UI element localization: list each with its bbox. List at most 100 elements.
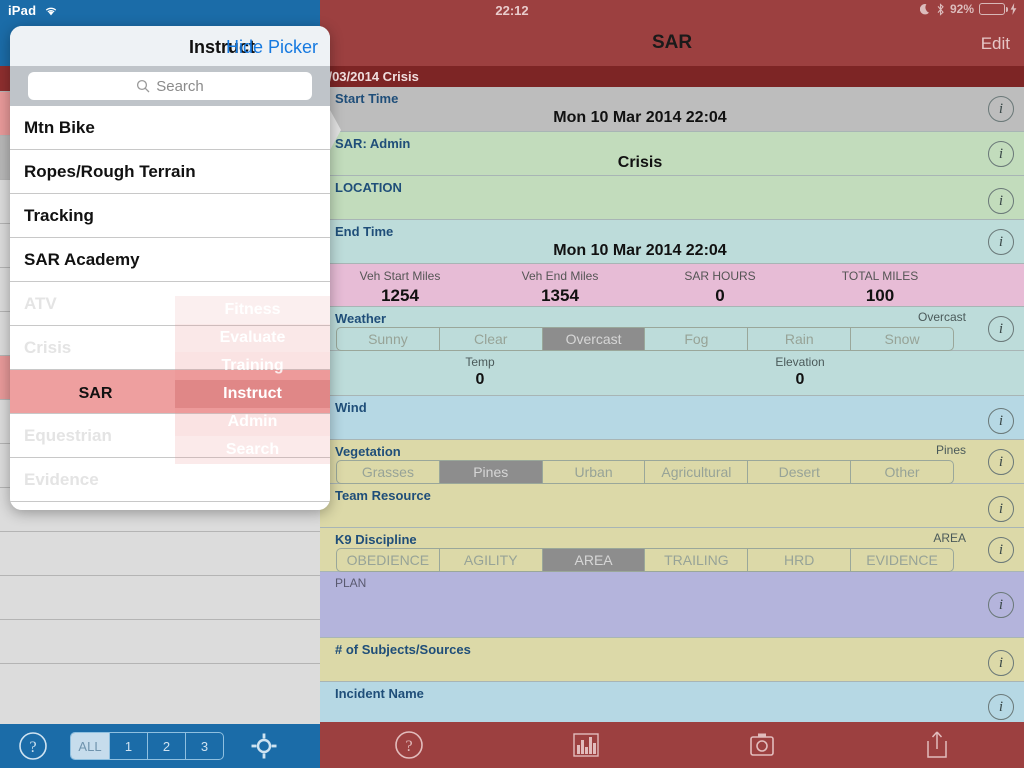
field-row-vegetation[interactable]: Vegetation Pines Grasses Pines Urban Agr… (320, 440, 1024, 484)
weather-option-snow[interactable]: Snow (850, 328, 953, 350)
field-row-temp-elevation[interactable]: Temp 0 Elevation 0 (320, 351, 1024, 396)
edit-button[interactable]: Edit (981, 34, 1010, 54)
field-row-end-time[interactable]: End Time Mon 10 Mar 2014 22:04 i (320, 220, 1024, 264)
info-circle-icon[interactable]: i (988, 592, 1014, 618)
field-row-wind[interactable]: Wind i (320, 396, 1024, 440)
picker-search-bar[interactable]: Search (10, 66, 330, 106)
weather-segmented-control[interactable]: Sunny Clear Overcast Fog Rain Snow (336, 327, 954, 351)
weather-option-fog[interactable]: Fog (644, 328, 747, 350)
picker-bg-list-item[interactable]: Tracking (10, 194, 330, 238)
picker-wheel-left[interactable]: Fitness Evaluate Training SAR Admin Sear… (18, 296, 173, 486)
field-selected-k9-discipline: AREA (933, 531, 966, 545)
picker-toolbar: Instruct Hide Picker (10, 26, 330, 66)
field-label-team-resource: Team Resource (335, 488, 431, 503)
picker-bg-list-item[interactable]: SAR Academy (10, 238, 330, 282)
picker-bg-list-item[interactable]: Ropes/Rough Terrain (10, 150, 330, 194)
field-row-weather[interactable]: Weather Overcast Sunny Clear Overcast Fo… (320, 307, 1024, 351)
info-circle-icon[interactable]: i (988, 496, 1014, 522)
search-input[interactable]: Search (28, 72, 312, 100)
mileage-col-sar-hours: SAR HOURS 0 (640, 269, 800, 306)
field-selected-weather: Overcast (917, 310, 966, 324)
segment-all[interactable]: ALL (71, 733, 109, 759)
info-circle-icon[interactable]: i (988, 694, 1014, 720)
segment-2[interactable]: 2 (147, 733, 185, 759)
segment-3[interactable]: 3 (185, 733, 223, 759)
value-veh-start-miles: 1254 (381, 286, 419, 305)
wheel-right-option[interactable]: Evaluate (175, 324, 330, 352)
k9-option-hrd[interactable]: HRD (747, 549, 850, 571)
field-row-team-resource[interactable]: Team Resource i (320, 484, 1024, 528)
info-circle-icon[interactable]: i (988, 537, 1014, 563)
vegetation-option-agricultural[interactable]: Agricultural (644, 461, 747, 483)
detail-form-scroll[interactable]: Start Time Mon 10 Mar 2014 22:04 i SAR: … (320, 87, 1024, 744)
info-circle-icon[interactable]: i (988, 141, 1014, 167)
wheel-right-option[interactable]: Training (175, 352, 330, 380)
info-circle-icon[interactable]: i (988, 96, 1014, 122)
field-label-vegetation: Vegetation (335, 444, 401, 459)
k9-option-area[interactable]: AREA (541, 549, 645, 571)
k9-option-evidence[interactable]: EVIDENCE (850, 549, 953, 571)
wheel-left-option-selected[interactable]: SAR (18, 380, 173, 408)
wheel-right-option[interactable]: Admin (175, 408, 330, 436)
field-row-incident-name[interactable]: Incident Name i (320, 682, 1024, 726)
vegetation-option-other[interactable]: Other (850, 461, 953, 483)
moon-icon (919, 3, 929, 14)
vegetation-option-urban[interactable]: Urban (541, 461, 645, 483)
elevation-column: Elevation 0 (640, 355, 960, 389)
field-row-start-time[interactable]: Start Time Mon 10 Mar 2014 22:04 i (320, 87, 1024, 132)
gear-icon[interactable] (250, 732, 278, 760)
wheel-right-option[interactable]: Fitness (175, 296, 330, 324)
record-subheader: 10/03/2014 Crisis (314, 66, 1024, 87)
field-row-plan[interactable]: PLAN i (320, 572, 1024, 638)
picker-bg-list-item[interactable]: Mtn Bike (10, 106, 330, 150)
picker-body[interactable]: Mtn Bike Ropes/Rough Terrain Tracking SA… (10, 106, 330, 510)
field-label-weather: Weather (335, 311, 387, 326)
field-label-start-time: Start Time (335, 91, 399, 106)
field-selected-vegetation: Pines (935, 443, 966, 457)
camera-icon[interactable] (748, 732, 776, 758)
mileage-columns: Veh Start Miles 1254 Veh End Miles 1354 … (320, 269, 960, 306)
question-circle-icon[interactable]: ? (394, 730, 424, 760)
weather-option-rain[interactable]: Rain (747, 328, 850, 350)
field-label-end-time: End Time (335, 224, 394, 239)
weather-option-sunny[interactable]: Sunny (337, 328, 439, 350)
question-circle-icon[interactable]: ? (18, 731, 48, 761)
info-circle-icon[interactable]: i (988, 188, 1014, 214)
search-placeholder: Search (156, 77, 204, 95)
info-circle-icon[interactable]: i (988, 449, 1014, 475)
k9-option-trailing[interactable]: TRAILING (644, 549, 747, 571)
wheel-right-option-selected[interactable]: Instruct (175, 380, 330, 408)
vegetation-option-grasses[interactable]: Grasses (337, 461, 439, 483)
picker-wheel-right[interactable]: Fitness Evaluate Training Instruct Admin… (175, 296, 330, 486)
field-label-wind: Wind (335, 400, 367, 415)
weather-option-clear[interactable]: Clear (438, 328, 542, 350)
vegetation-option-pines[interactable]: Pines (438, 461, 542, 483)
right-navbar: SAR Edit (320, 22, 1024, 66)
picker-popover[interactable]: Instruct Hide Picker Search Mtn Bike Rop… (10, 26, 330, 510)
vegetation-segmented-control[interactable]: Grasses Pines Urban Agricultural Desert … (336, 460, 954, 484)
right-detail-pane: SAR Edit 10/03/2014 Crisis Start Time Mo… (314, 22, 1024, 768)
info-circle-icon[interactable]: i (988, 229, 1014, 255)
info-circle-icon[interactable]: i (988, 650, 1014, 676)
field-row-sar-admin[interactable]: SAR: Admin Crisis i (320, 132, 1024, 176)
field-label-k9-discipline: K9 Discipline (335, 532, 417, 547)
field-value-start-time: Mon 10 Mar 2014 22:04 (553, 109, 727, 126)
field-row-subjects[interactable]: # of Subjects/Sources i (320, 638, 1024, 682)
field-value-sar-admin: Crisis (617, 154, 663, 171)
wheel-right-option[interactable]: Search (175, 436, 330, 464)
field-row-k9-discipline[interactable]: K9 Discipline AREA OBEDIENCE AGILITY ARE… (320, 528, 1024, 572)
page-filter-segmented-control[interactable]: ALL 1 2 3 (70, 732, 224, 760)
k9-option-agility[interactable]: AGILITY (438, 549, 542, 571)
info-circle-icon[interactable]: i (988, 408, 1014, 434)
info-circle-icon[interactable]: i (988, 316, 1014, 342)
weather-option-overcast[interactable]: Overcast (541, 328, 645, 350)
bar-chart-icon[interactable] (572, 731, 600, 759)
field-row-mileage[interactable]: Veh Start Miles 1254 Veh End Miles 1354 … (320, 264, 1024, 307)
share-up-arrow-icon[interactable] (924, 730, 950, 760)
k9-discipline-segmented-control[interactable]: OBEDIENCE AGILITY AREA TRAILING HRD EVID… (336, 548, 954, 572)
vegetation-option-desert[interactable]: Desert (747, 461, 850, 483)
segment-1[interactable]: 1 (109, 733, 147, 759)
k9-option-obedience[interactable]: OBEDIENCE (337, 549, 439, 571)
hide-picker-button[interactable]: Hide Picker (226, 37, 318, 58)
field-row-location[interactable]: LOCATION i (320, 176, 1024, 220)
